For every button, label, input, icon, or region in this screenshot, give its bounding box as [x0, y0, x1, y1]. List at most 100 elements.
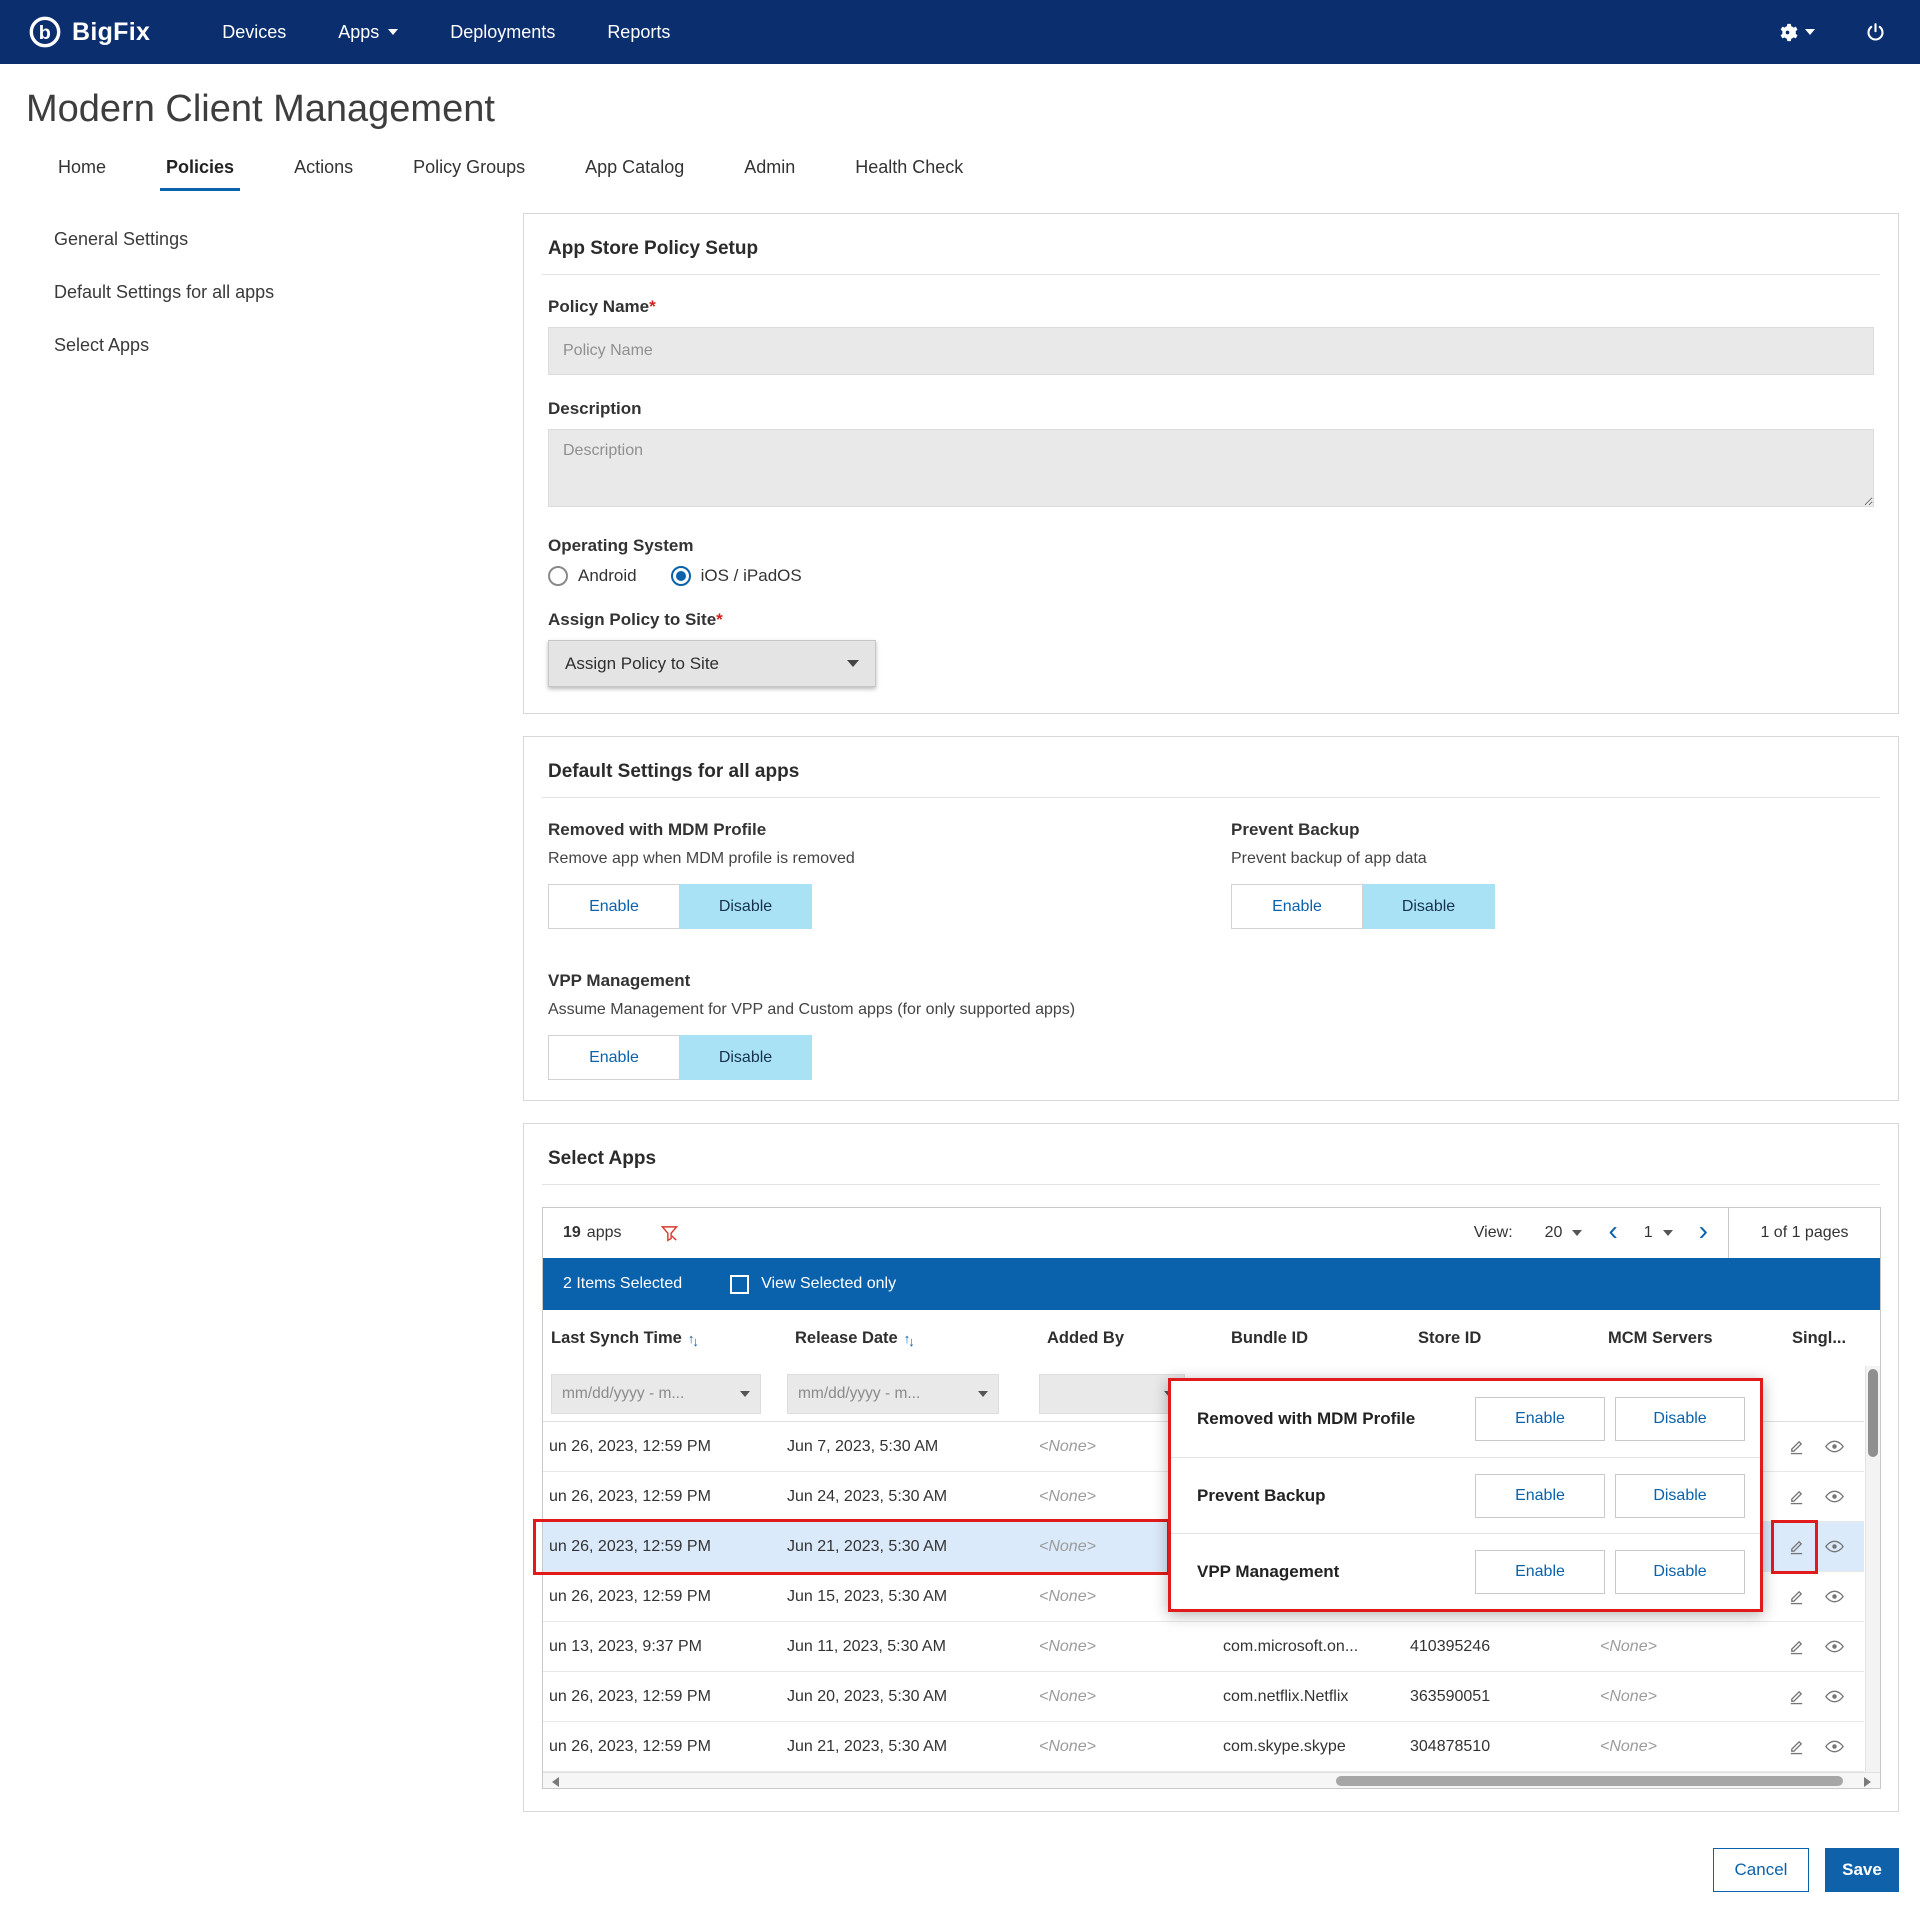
disable-button[interactable]: Disable — [1363, 884, 1495, 929]
description-label: Description — [548, 399, 642, 418]
table-row[interactable]: un 26, 2023, 12:59 PM Jun 21, 2023, 5:30… — [543, 1722, 1864, 1772]
assign-site-dropdown[interactable]: Assign Policy to Site — [548, 640, 876, 687]
release-date-filter[interactable]: mm/dd/yyyy - m... — [787, 1373, 999, 1414]
tab-actions[interactable]: Actions — [264, 147, 383, 191]
assign-site-dropdown-value: Assign Policy to Site — [565, 653, 720, 673]
setting-description: Prevent backup of app data — [1231, 850, 1427, 867]
setting-prevent-backup: Prevent Backup Prevent backup of app dat… — [1231, 820, 1874, 929]
edit-icon[interactable] — [1788, 1688, 1805, 1705]
table-row[interactable]: un 13, 2023, 9:37 PM Jun 11, 2023, 5:30 … — [543, 1622, 1864, 1672]
enable-button[interactable]: Enable — [548, 884, 680, 929]
nav-reports[interactable]: Reports — [607, 22, 670, 43]
edit-icon[interactable] — [1788, 1438, 1805, 1455]
cell-added-by: <None> — [1039, 1737, 1096, 1755]
bigfix-logo[interactable]: b BigFix — [28, 15, 150, 49]
col-last-synch-time[interactable]: Last Synch Time ↑↓ — [543, 1329, 781, 1349]
radio-ios-ipados[interactable]: iOS / iPadOS — [670, 566, 802, 586]
save-button[interactable]: Save — [1825, 1848, 1899, 1892]
radio-android[interactable]: Android — [548, 566, 637, 586]
enable-button[interactable]: Enable — [1475, 1473, 1605, 1518]
description-textarea[interactable] — [548, 429, 1874, 507]
tab-admin[interactable]: Admin — [714, 147, 825, 191]
scroll-left-icon[interactable] — [547, 1777, 559, 1787]
tab-policies-label: Policies — [166, 157, 235, 177]
tab-policy-groups[interactable]: Policy Groups — [383, 147, 555, 191]
current-page-dropdown[interactable]: 1 — [1630, 1224, 1687, 1242]
vertical-scroll-thumb[interactable] — [1868, 1369, 1878, 1457]
cell-added-by: <None> — [1039, 1637, 1096, 1655]
edit-icon[interactable] — [1788, 1738, 1805, 1755]
edit-icon[interactable] — [1788, 1488, 1805, 1505]
enable-button[interactable]: Enable — [1475, 1549, 1605, 1594]
edit-icon[interactable] — [1788, 1588, 1805, 1605]
view-icon[interactable] — [1825, 1490, 1844, 1503]
scroll-right-icon[interactable] — [1864, 1777, 1876, 1787]
disable-button[interactable]: Disable — [680, 884, 812, 929]
view-icon[interactable] — [1825, 1740, 1844, 1753]
col-label: Store ID — [1418, 1328, 1482, 1347]
col-mcm-servers[interactable]: MCM Servers — [1594, 1329, 1778, 1348]
next-page-icon[interactable]: › — [1687, 1217, 1720, 1245]
added-by-filter[interactable] — [1039, 1373, 1185, 1414]
enable-button[interactable]: Enable — [1475, 1397, 1605, 1441]
chevron-down-icon — [740, 1390, 750, 1402]
edit-icon[interactable] — [1788, 1538, 1805, 1555]
enable-button[interactable]: Enable — [1231, 884, 1363, 929]
col-release-date[interactable]: Release Date ↑↓ — [781, 1329, 1033, 1349]
popup-setting-label: Prevent Backup — [1197, 1485, 1326, 1505]
cell-bundle-id: com.microsoft.on... — [1223, 1637, 1359, 1655]
sort-icon[interactable]: ↑↓ — [904, 1331, 917, 1349]
date-filter-placeholder: mm/dd/yyyy - m... — [798, 1384, 921, 1402]
col-bundle-id[interactable]: Bundle ID — [1217, 1329, 1404, 1348]
power-icon[interactable] — [1865, 22, 1886, 43]
cancel-button[interactable]: Cancel — [1713, 1848, 1809, 1892]
settings-menu-button[interactable] — [1777, 22, 1815, 43]
view-icon[interactable] — [1825, 1690, 1844, 1703]
sidebar-item-select-apps[interactable]: Select Apps — [54, 335, 523, 356]
view-icon[interactable] — [1825, 1540, 1844, 1553]
disable-button[interactable]: Disable — [1615, 1473, 1745, 1518]
cell-last-synch: un 26, 2023, 12:59 PM — [549, 1487, 711, 1505]
col-single[interactable]: Singl... — [1778, 1329, 1864, 1348]
table-row[interactable]: un 26, 2023, 12:59 PM Jun 20, 2023, 5:30… — [543, 1672, 1864, 1722]
sidebar-item-general-settings[interactable]: General Settings — [54, 229, 523, 250]
tab-home[interactable]: Home — [28, 147, 136, 191]
disable-button[interactable]: Disable — [680, 1035, 812, 1080]
cell-store-id: 410395246 — [1410, 1637, 1491, 1655]
disable-button[interactable]: Disable — [1615, 1397, 1745, 1441]
edit-icon[interactable] — [1788, 1638, 1805, 1655]
cell-bundle-id: com.skype.skype — [1223, 1737, 1346, 1755]
col-label: Bundle ID — [1231, 1328, 1308, 1347]
sort-icon[interactable]: ↑↓ — [688, 1331, 701, 1349]
nav-deployments[interactable]: Deployments — [450, 22, 555, 43]
prev-page-icon[interactable]: ‹ — [1596, 1217, 1629, 1245]
nav-apps[interactable]: Apps — [338, 22, 399, 43]
nav-devices[interactable]: Devices — [222, 22, 286, 43]
cell-store-id: 304878510 — [1410, 1737, 1491, 1755]
horizontal-scrollbar[interactable] — [543, 1772, 1880, 1788]
enable-button[interactable]: Enable — [548, 1035, 680, 1080]
chevron-down-icon — [978, 1390, 988, 1402]
view-selected-only-toggle[interactable]: View Selected only — [730, 1274, 896, 1294]
vertical-scrollbar[interactable] — [1865, 1366, 1880, 1772]
left-sidebar: General Settings Default Settings for al… — [0, 213, 523, 1892]
view-icon[interactable] — [1825, 1440, 1844, 1453]
tab-app-catalog[interactable]: App Catalog — [555, 147, 714, 191]
cell-store-id: 363590051 — [1410, 1687, 1491, 1705]
sidebar-item-default-settings[interactable]: Default Settings for all apps — [54, 282, 523, 303]
last-synch-date-filter[interactable]: mm/dd/yyyy - m... — [551, 1373, 761, 1414]
tab-policies[interactable]: Policies — [136, 147, 264, 191]
col-added-by[interactable]: Added By — [1033, 1329, 1217, 1348]
filter-icon[interactable] — [660, 1224, 679, 1243]
view-icon[interactable] — [1825, 1640, 1844, 1653]
checkbox-unchecked-icon[interactable] — [730, 1274, 750, 1294]
view-icon[interactable] — [1825, 1590, 1844, 1603]
policy-name-input[interactable] — [548, 327, 1874, 375]
page-size-dropdown[interactable]: 20 — [1531, 1224, 1597, 1242]
card-title: App Store Policy Setup — [542, 234, 1880, 275]
tab-health-check[interactable]: Health Check — [825, 147, 993, 191]
horizontal-scroll-thumb[interactable] — [1336, 1776, 1843, 1786]
disable-button[interactable]: Disable — [1615, 1549, 1745, 1594]
col-store-id[interactable]: Store ID — [1404, 1329, 1594, 1348]
footer-actions: Cancel Save — [523, 1848, 1899, 1892]
